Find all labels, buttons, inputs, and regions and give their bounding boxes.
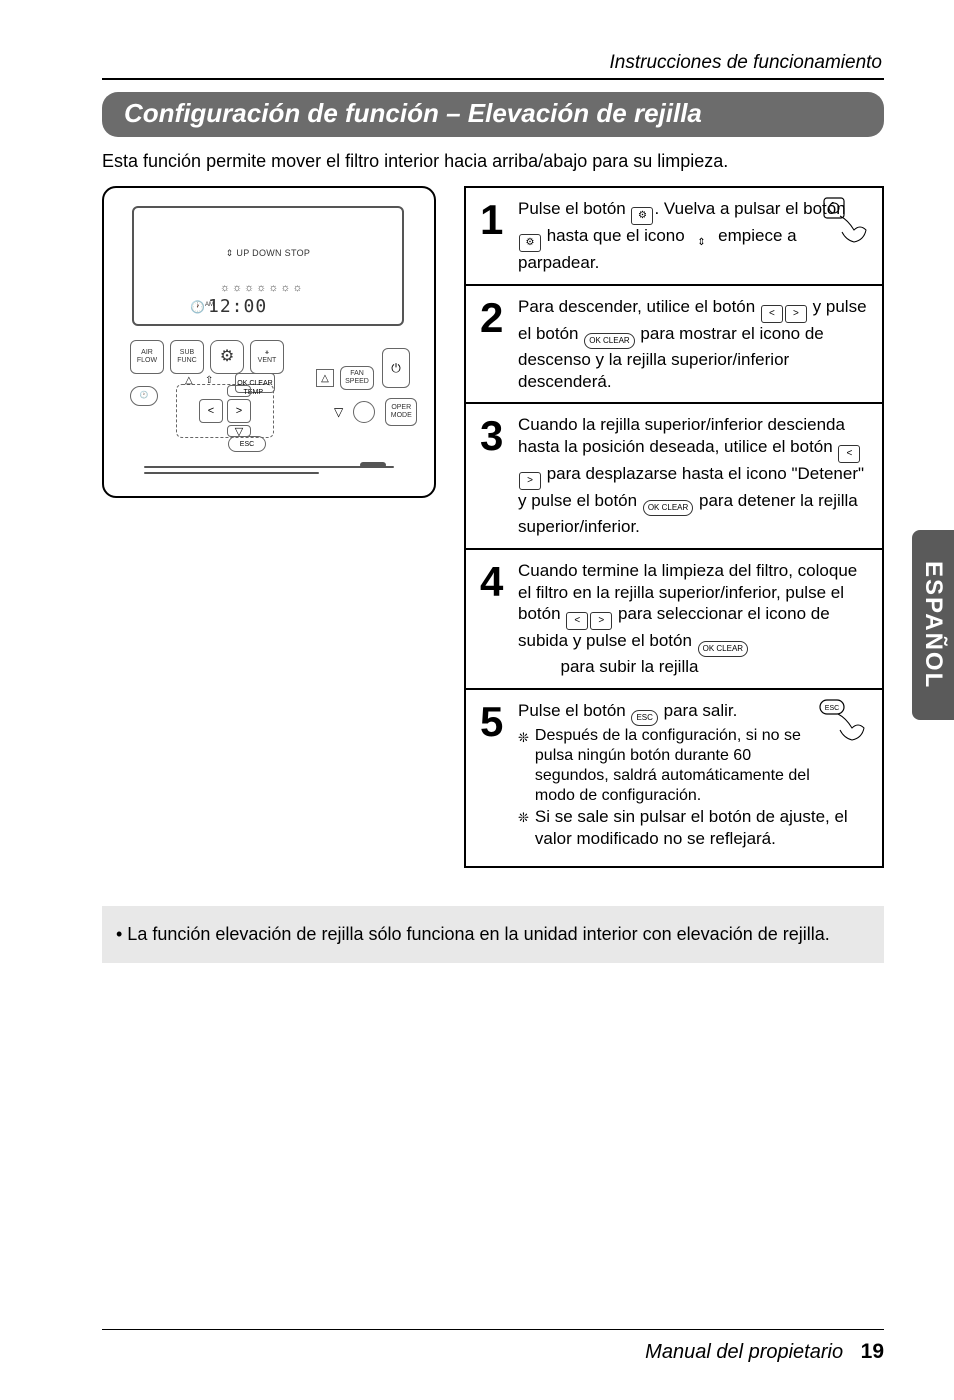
step-number: 2 xyxy=(480,296,508,393)
up-triangle-icon: △ xyxy=(316,369,334,387)
nav-left-icon: < xyxy=(761,305,783,323)
nav-left-icon: < xyxy=(566,612,588,630)
esc-button: ESC xyxy=(228,436,266,452)
footer-label: Manual del propietario xyxy=(645,1341,843,1363)
header-rule xyxy=(102,78,884,80)
remote-base-lines xyxy=(144,462,394,478)
elevation-icon: ⇕ xyxy=(690,234,712,252)
gear-icon: ⚙ xyxy=(519,234,541,252)
nav-left-icon: < xyxy=(199,399,223,423)
nav-right-icon: > xyxy=(519,472,541,490)
steps-container: 1 Pulse el botón ⚙. Vuelva a pulsar el b… xyxy=(464,186,884,868)
nav-right-icon: > xyxy=(785,305,807,323)
step-2: 2 Para descender, utilice el botón <> y … xyxy=(466,286,882,405)
language-tab-label: ESPAÑOL xyxy=(919,561,947,689)
step-4: 4 Cuando termine la limpieza del filtro,… xyxy=(466,550,882,690)
step-note: Si se sale sin pulsar el botón de ajuste… xyxy=(535,806,868,850)
step-number: 3 xyxy=(480,414,508,538)
remote-lcd: ⇕ UP DOWN STOP ☼☼☼☼☼☼☼ 🕐AM 12:00 xyxy=(132,206,404,326)
hand-press-icon xyxy=(822,196,872,246)
step-text: hasta que el icono xyxy=(542,226,689,245)
step-number: 5 xyxy=(480,700,508,850)
language-tab: ESPAÑOL xyxy=(912,530,954,720)
nav-pad: △ ⇧ OK CLEAR TEMP < > ▽ xyxy=(176,384,274,438)
nav-right-icon: > xyxy=(590,612,612,630)
asterisk-icon: ❊ xyxy=(518,726,529,806)
vent-button: ⚹VENT xyxy=(250,340,284,374)
nav-left-icon: < xyxy=(838,445,860,463)
oper-mode-button: OPER MODE xyxy=(385,398,417,426)
footer-rule xyxy=(102,1329,884,1330)
esc-icon: ESC xyxy=(631,710,657,726)
page-number: 19 xyxy=(861,1340,884,1363)
step-3: 3 Cuando la rejilla superior/inferior de… xyxy=(466,404,882,550)
lcd-status: ⇕ UP DOWN STOP xyxy=(134,248,402,259)
step-text: Pulse el botón xyxy=(518,199,630,218)
step-text: Cuando la rejilla superior/inferior desc… xyxy=(518,415,845,456)
power-button: ⏻ xyxy=(382,348,410,388)
remote-illustration: ⇕ UP DOWN STOP ☼☼☼☼☼☼☼ 🕐AM 12:00 AIR FLO… xyxy=(102,186,436,498)
page-title: Configuración de función – Elevación de … xyxy=(102,92,884,137)
ok-clear-icon: OK CLEAR xyxy=(643,500,693,516)
down-triangle-icon: ▽ xyxy=(334,405,343,419)
footnote-text: • La función elevación de rejilla sólo f… xyxy=(116,924,830,944)
step-text: . Vuelva a pulsar el botón xyxy=(654,199,845,218)
remote-notch xyxy=(360,462,386,468)
nav-right-icon: > xyxy=(227,399,251,423)
gear-button: ⚙ xyxy=(210,340,244,374)
air-flow-button: AIR FLOW xyxy=(130,340,164,374)
footnote-box: • La función elevación de rejilla sólo f… xyxy=(102,906,884,963)
step-5: 5 Pulse el botón ESC para salir. ❊ Despu… xyxy=(466,690,882,866)
lcd-icons: ☼☼☼☼☼☼☼ xyxy=(220,282,305,294)
step-note: Después de la configuración, si no se pu… xyxy=(535,726,814,806)
ok-clear-icon: OK CLEAR xyxy=(698,641,748,657)
ok-clear-icon: OK CLEAR xyxy=(584,333,634,349)
timer-button: 🕐 xyxy=(130,386,158,406)
step-text: Para descender, utilice el botón xyxy=(518,297,760,316)
hand-press-icon: ESC xyxy=(818,698,868,748)
asterisk-icon: ❊ xyxy=(518,806,529,850)
circle-button xyxy=(353,401,375,423)
step-text: para salir. xyxy=(659,701,737,720)
gear-icon: ⚙ xyxy=(631,207,653,225)
intro-text: Esta función permite mover el filtro int… xyxy=(102,151,884,172)
step-text: para subir la rejilla xyxy=(518,657,698,676)
header-caption: Instrucciones de funcionamiento xyxy=(102,52,884,74)
sub-func-button: SUB FUNC xyxy=(170,340,204,374)
footer: Manual del propietario 19 xyxy=(102,1340,884,1364)
step-number: 1 xyxy=(480,198,508,274)
step-1: 1 Pulse el botón ⚙. Vuelva a pulsar el b… xyxy=(466,188,882,286)
svg-text:ESC: ESC xyxy=(825,705,839,712)
nav-up-icon xyxy=(227,385,251,397)
step-text: Pulse el botón xyxy=(518,701,630,720)
fan-speed-button: FAN SPEED xyxy=(340,366,374,390)
step-number: 4 xyxy=(480,560,508,678)
lcd-time: 12:00 xyxy=(208,296,267,317)
